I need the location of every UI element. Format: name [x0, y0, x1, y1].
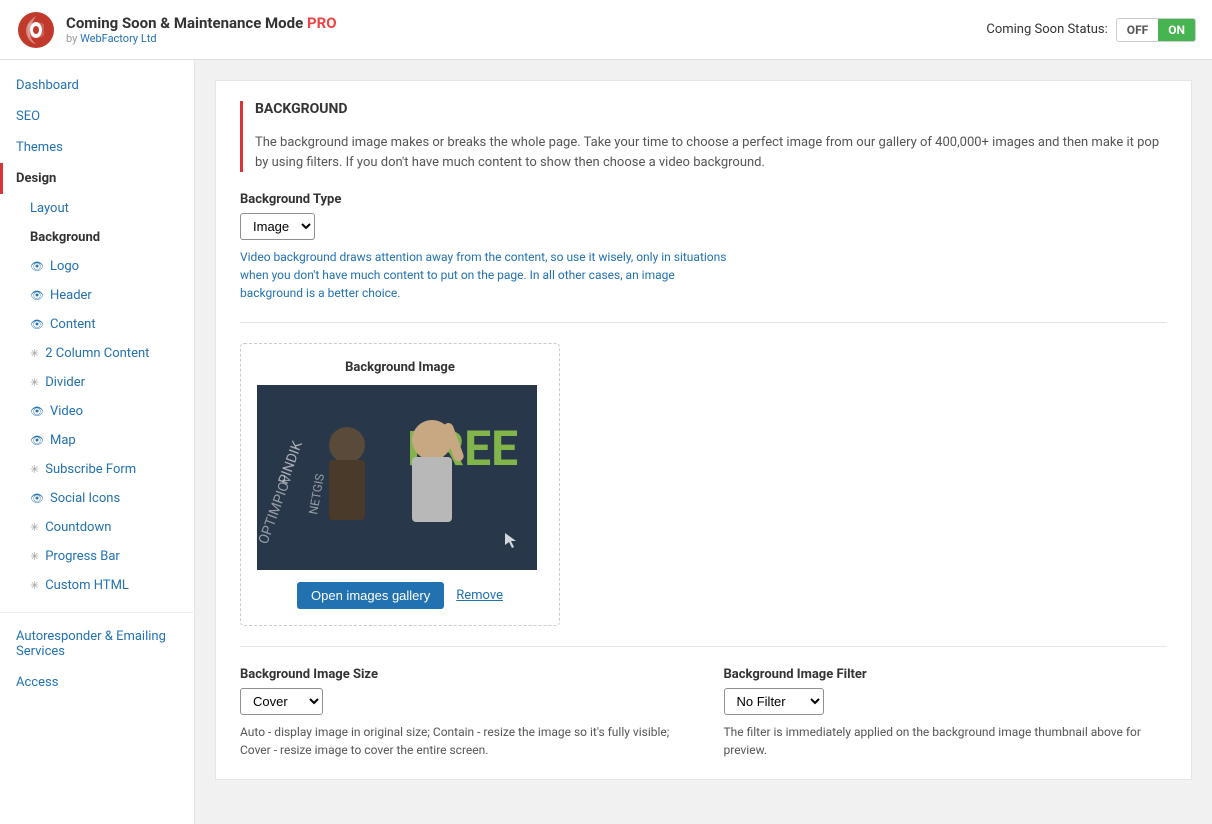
sidebar-item-countdown[interactable]: Countdown: [0, 513, 194, 542]
special-icon-subscribe: [30, 462, 39, 477]
bg-filter-col: Background Image Filter No Filter Blur G…: [724, 667, 1168, 759]
remove-image-link[interactable]: Remove: [456, 588, 503, 603]
bg-thumbnail-svg: FREE PINDIK NETGIS ΟΡΤΙΜΡΙΟν: [257, 385, 537, 570]
sidebar-item-layout[interactable]: Layout: [0, 194, 194, 223]
bg-size-label: Background Image Size: [240, 667, 684, 682]
video-help-text: Video background draws attention away fr…: [240, 248, 740, 302]
eye-icon-social: [30, 491, 44, 506]
toggle-on[interactable]: ON: [1158, 19, 1195, 41]
sidebar-item-header[interactable]: Header: [0, 281, 194, 310]
bg-image-actions: Open images gallery Remove: [257, 582, 543, 609]
eye-icon-map: [30, 433, 44, 448]
app-logo-icon: [16, 10, 56, 50]
sidebar-item-subscribe-form[interactable]: Subscribe Form: [0, 455, 194, 484]
eye-icon-logo: [30, 259, 44, 274]
sidebar-item-design[interactable]: Design: [0, 163, 194, 194]
bg-size-help: Auto - display image in original size; C…: [240, 723, 684, 759]
sidebar-item-progress-bar[interactable]: Progress Bar: [0, 542, 194, 571]
sidebar-item-custom-html[interactable]: Custom HTML: [0, 571, 194, 600]
bg-type-select[interactable]: Image Video Color: [240, 213, 315, 240]
toggle-off[interactable]: OFF: [1117, 19, 1158, 41]
background-type-field: Background Type Image Video Color Video …: [240, 192, 1167, 302]
bg-image-box-title: Background Image: [257, 360, 543, 375]
divider-2: [240, 646, 1167, 647]
background-panel: BACKGROUND The background image makes or…: [215, 80, 1192, 780]
coming-soon-toggle[interactable]: OFF ON: [1116, 18, 1196, 42]
section-title: BACKGROUND: [255, 101, 1167, 123]
main-layout: Dashboard SEO Themes Design Layout Backg…: [0, 60, 1212, 824]
bg-size-select[interactable]: Auto Contain Cover: [240, 688, 323, 715]
bg-image-thumbnail: FREE PINDIK NETGIS ΟΡΤΙΜΡΙΟν: [257, 385, 537, 570]
sidebar-item-2col[interactable]: 2 Column Content: [0, 339, 194, 368]
bg-type-label: Background Type: [240, 192, 1167, 207]
eye-icon-content: [30, 317, 44, 332]
sidebar-item-social-icons[interactable]: Social Icons: [0, 484, 194, 513]
intro-text: The background image makes or breaks the…: [255, 133, 1167, 172]
sidebar-item-logo[interactable]: Logo: [0, 252, 194, 281]
sidebar-item-content[interactable]: Content: [0, 310, 194, 339]
special-icon-custom-html: [30, 578, 39, 593]
sidebar-item-divider[interactable]: Divider: [0, 368, 194, 397]
bg-filter-help: The filter is immediately applied on the…: [724, 723, 1168, 759]
app-header: Coming Soon & Maintenance Mode PRO by We…: [0, 0, 1212, 60]
sidebar-item-autoresponder[interactable]: Autoresponder & Emailing Services: [0, 621, 194, 667]
sidebar-item-seo[interactable]: SEO: [0, 101, 194, 132]
webfactory-link[interactable]: WebFactory Ltd: [80, 32, 157, 45]
open-gallery-button[interactable]: Open images gallery: [297, 582, 444, 609]
status-area: Coming Soon Status: OFF ON: [986, 18, 1196, 42]
sidebar-item-background[interactable]: Background: [0, 223, 194, 252]
sidebar: Dashboard SEO Themes Design Layout Backg…: [0, 60, 195, 824]
pro-badge: PRO: [307, 14, 337, 32]
app-subtitle: by WebFactory Ltd: [66, 32, 337, 45]
special-icon-countdown: [30, 520, 39, 535]
bg-filter-label: Background Image Filter: [724, 667, 1168, 682]
eye-icon-header: [30, 288, 44, 303]
eye-icon-video: [30, 404, 44, 419]
sidebar-item-access[interactable]: Access: [0, 667, 194, 698]
special-icon-divider: [30, 375, 39, 390]
logo-area: Coming Soon & Maintenance Mode PRO by We…: [16, 10, 337, 50]
sidebar-item-map[interactable]: Map: [0, 426, 194, 455]
section-intro: BACKGROUND The background image makes or…: [240, 101, 1167, 172]
image-settings-row: Background Image Size Auto Contain Cover…: [240, 667, 1167, 759]
bg-filter-select[interactable]: No Filter Blur Grayscale Sepia Brightnes…: [724, 688, 824, 715]
background-image-box: Background Image FREE: [240, 343, 560, 626]
app-name-text: Coming Soon & Maintenance Mode: [66, 14, 303, 32]
app-title: Coming Soon & Maintenance Mode PRO by We…: [66, 14, 337, 45]
divider-1: [240, 322, 1167, 323]
main-content: BACKGROUND The background image makes or…: [195, 60, 1212, 824]
status-label: Coming Soon Status:: [986, 22, 1107, 37]
special-icon-2col: [30, 346, 39, 361]
sidebar-item-video[interactable]: Video: [0, 397, 194, 426]
bg-size-col: Background Image Size Auto Contain Cover…: [240, 667, 684, 759]
sidebar-item-dashboard[interactable]: Dashboard: [0, 70, 194, 101]
sidebar-item-themes[interactable]: Themes: [0, 132, 194, 163]
special-icon-progress: [30, 549, 39, 564]
